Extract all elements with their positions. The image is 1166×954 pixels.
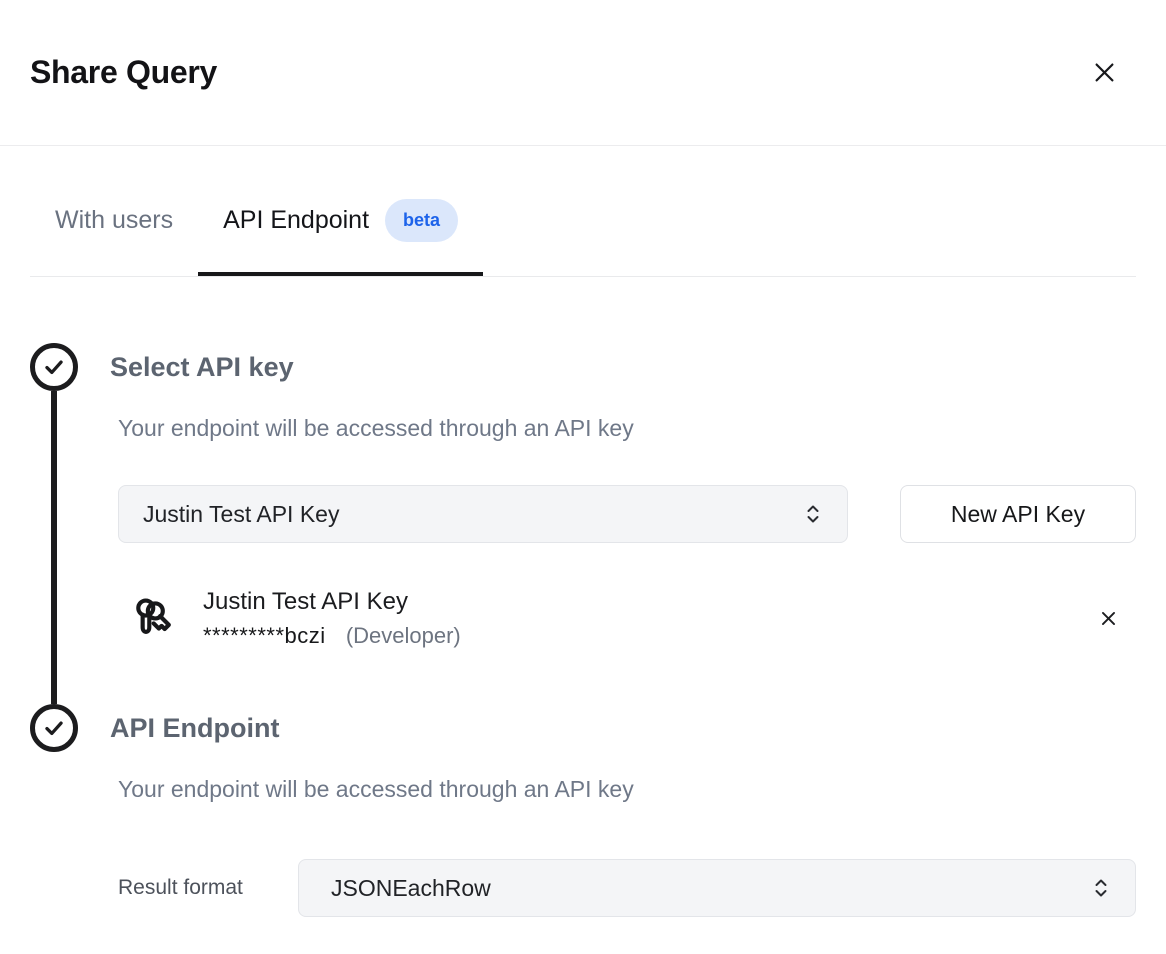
up-down-chevron-icon	[803, 502, 823, 526]
stepper-rail	[30, 704, 110, 917]
step-api-endpoint: API Endpoint Your endpoint will be acces…	[30, 704, 1136, 917]
api-key-meta: *********bczi (Developer)	[203, 622, 461, 650]
keys-icon	[125, 590, 179, 646]
result-format-label: Result format	[118, 876, 298, 900]
api-key-name: Justin Test API Key	[203, 587, 461, 617]
api-key-masked-secret: *********bczi	[203, 623, 326, 648]
tab-label: With users	[55, 206, 173, 235]
step2-title: API Endpoint	[110, 704, 1136, 752]
api-key-select-value: Justin Test API Key	[143, 501, 339, 528]
dialog-content: Select API key Your endpoint will be acc…	[0, 277, 1166, 954]
new-api-key-button[interactable]: New API Key	[900, 485, 1136, 543]
api-key-details: Justin Test API Key *********bczi (Devel…	[203, 587, 461, 650]
result-format-select[interactable]: JSONEachRow	[298, 859, 1136, 917]
dialog-title: Share Query	[30, 54, 217, 91]
close-icon	[1091, 59, 1118, 86]
up-down-chevron-icon	[1091, 876, 1111, 900]
share-query-dialog: Share Query With users API Endpoint beta	[0, 0, 1166, 954]
step1-title: Select API key	[110, 343, 1136, 391]
check-icon	[41, 715, 67, 741]
beta-badge: beta	[385, 199, 458, 242]
step2-complete-indicator	[30, 704, 78, 752]
remove-key-button[interactable]	[1095, 605, 1122, 632]
api-key-controls: Justin Test API Key New API Key	[118, 485, 1136, 543]
check-icon	[41, 354, 67, 380]
close-button[interactable]	[1087, 55, 1122, 90]
result-format-value: JSONEachRow	[331, 875, 491, 902]
step2-subtitle: Your endpoint will be accessed through a…	[118, 774, 1136, 804]
result-format-row: Result format JSONEachRow	[118, 859, 1136, 917]
dialog-header: Share Query	[0, 0, 1166, 146]
selected-api-key-item: Justin Test API Key *********bczi (Devel…	[125, 585, 1136, 651]
tab-label: API Endpoint	[223, 206, 369, 235]
step1-complete-indicator	[30, 343, 78, 391]
api-key-role: (Developer)	[346, 623, 461, 648]
tab-api-endpoint[interactable]: API Endpoint beta	[198, 146, 483, 276]
step1-subtitle: Your endpoint will be accessed through a…	[118, 413, 1136, 443]
tab-bar: With users API Endpoint beta	[30, 146, 1136, 277]
step1-body: Select API key Your endpoint will be acc…	[110, 343, 1136, 651]
x-icon	[1099, 609, 1118, 628]
api-key-select[interactable]: Justin Test API Key	[118, 485, 848, 543]
stepper-rail	[30, 343, 110, 651]
step2-body: API Endpoint Your endpoint will be acces…	[110, 704, 1136, 917]
step-select-api-key: Select API key Your endpoint will be acc…	[30, 343, 1136, 651]
tab-with-users[interactable]: With users	[30, 146, 198, 276]
